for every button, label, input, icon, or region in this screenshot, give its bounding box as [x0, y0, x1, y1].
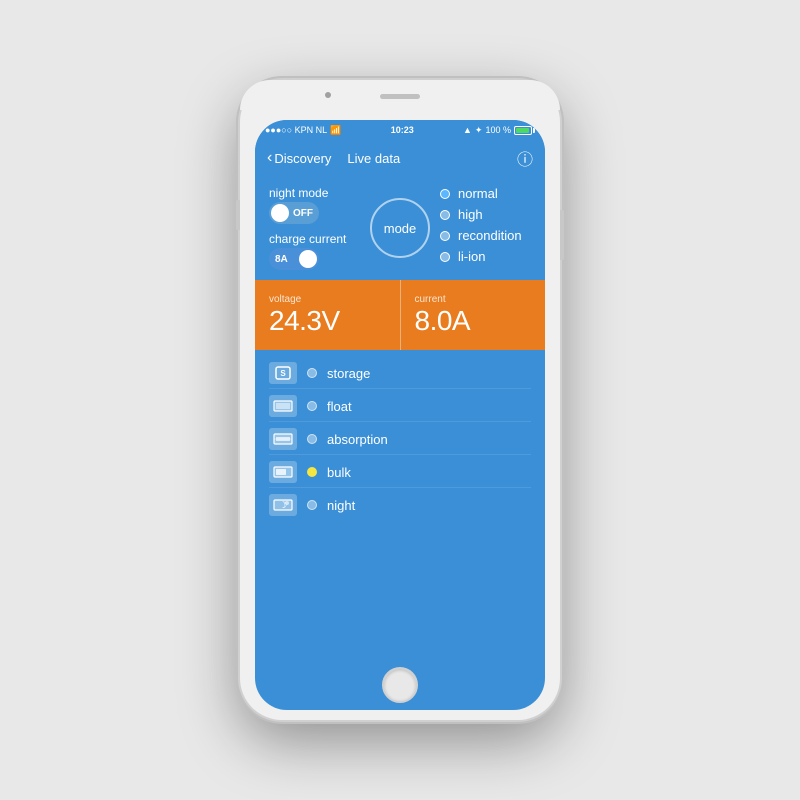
back-button[interactable]: ‹ Discovery — [267, 150, 331, 166]
status-time: 10:23 — [391, 125, 414, 135]
float-label: float — [327, 399, 352, 414]
storage-label: storage — [327, 366, 370, 381]
option-recondition[interactable]: recondition — [440, 228, 531, 243]
option-high-label: high — [458, 207, 483, 222]
night-label: night — [327, 498, 355, 513]
float-indicator — [307, 401, 317, 411]
status-left: ●●●○○ KPN NL 📶 — [265, 125, 341, 136]
option-normal[interactable]: normal — [440, 186, 531, 201]
charge-current-state: 8A — [275, 254, 288, 265]
home-button[interactable] — [382, 667, 418, 703]
toggle-knob — [271, 204, 289, 222]
storage-icon: S — [269, 362, 297, 384]
absorption-icon — [269, 428, 297, 450]
current-box: current 8.0A — [401, 280, 546, 350]
status-item-night: ☽ night — [269, 490, 531, 520]
mode-circle[interactable]: mode — [370, 198, 430, 258]
battery-pct: 100 % — [485, 125, 511, 135]
main-content: night mode OFF charge current 8A — [255, 176, 545, 660]
back-chevron-icon: ‹ — [267, 150, 272, 166]
absorption-label: absorption — [327, 432, 388, 447]
radio-liion — [440, 252, 450, 262]
battery-icon — [514, 126, 535, 135]
voltage-value: 24.3V — [269, 305, 386, 337]
radio-high — [440, 210, 450, 220]
svg-text:S: S — [280, 369, 286, 378]
volt-current-section: voltage 24.3V current 8.0A — [255, 280, 545, 350]
option-recondition-label: recondition — [458, 228, 522, 243]
bluetooth-icon: ✦ — [475, 125, 483, 136]
wifi-icon: 📶 — [330, 125, 341, 136]
night-mode-toggle[interactable]: OFF — [269, 202, 319, 224]
phone-screen: ●●●○○ KPN NL 📶 10:23 ▲ ✦ 100 % ‹ Disc — [255, 120, 545, 710]
night-mode-control: night mode OFF — [269, 186, 360, 224]
charge-current-label: charge current — [269, 232, 360, 246]
status-right: ▲ ✦ 100 % — [463, 125, 535, 136]
phone-frame: ●●●○○ KPN NL 📶 10:23 ▲ ✦ 100 % ‹ Disc — [240, 80, 560, 720]
status-item-absorption: absorption — [269, 424, 531, 455]
home-button-area — [255, 660, 545, 710]
status-item-storage: S storage — [269, 358, 531, 389]
voltage-box: voltage 24.3V — [255, 280, 401, 350]
option-normal-label: normal — [458, 186, 498, 201]
mode-label: mode — [384, 221, 417, 236]
right-options: normal high recondition li-ion — [440, 186, 531, 264]
phone-top-bar — [240, 80, 560, 110]
night-indicator — [307, 500, 317, 510]
current-label: current — [415, 294, 532, 305]
night-mode-state: OFF — [293, 208, 313, 219]
bulk-icon — [269, 461, 297, 483]
bulk-indicator — [307, 467, 317, 477]
radio-recondition — [440, 231, 450, 241]
storage-indicator — [307, 368, 317, 378]
toggle-knob-2 — [299, 250, 317, 268]
status-item-bulk: bulk — [269, 457, 531, 488]
option-high[interactable]: high — [440, 207, 531, 222]
voltage-label: voltage — [269, 294, 386, 305]
night-icon: ☽ — [269, 494, 297, 516]
live-data-label: Live data — [347, 151, 400, 166]
float-icon — [269, 395, 297, 417]
status-bar: ●●●○○ KPN NL 📶 10:23 ▲ ✦ 100 % — [255, 120, 545, 140]
charge-current-toggle[interactable]: 8A — [269, 248, 319, 270]
front-camera — [325, 92, 331, 98]
status-section: S storage float — [255, 350, 545, 660]
left-controls: night mode OFF charge current 8A — [269, 186, 360, 270]
top-section: night mode OFF charge current 8A — [255, 176, 545, 280]
absorption-indicator — [307, 434, 317, 444]
radio-normal — [440, 189, 450, 199]
option-liion-label: li-ion — [458, 249, 485, 264]
night-mode-label: night mode — [269, 186, 360, 200]
back-label: Discovery — [274, 151, 331, 166]
location-icon: ▲ — [463, 125, 472, 135]
info-button[interactable]: ⓘ — [517, 146, 533, 170]
bulk-label: bulk — [327, 465, 351, 480]
nav-bar: ‹ Discovery Live data ⓘ — [255, 140, 545, 176]
status-item-float: float — [269, 391, 531, 422]
charge-current-control: charge current 8A — [269, 232, 360, 270]
current-value: 8.0A — [415, 305, 532, 337]
info-icon: ⓘ — [517, 152, 533, 169]
option-liion[interactable]: li-ion — [440, 249, 531, 264]
carrier-text: ●●●○○ KPN NL — [265, 125, 327, 135]
speaker — [380, 94, 420, 99]
